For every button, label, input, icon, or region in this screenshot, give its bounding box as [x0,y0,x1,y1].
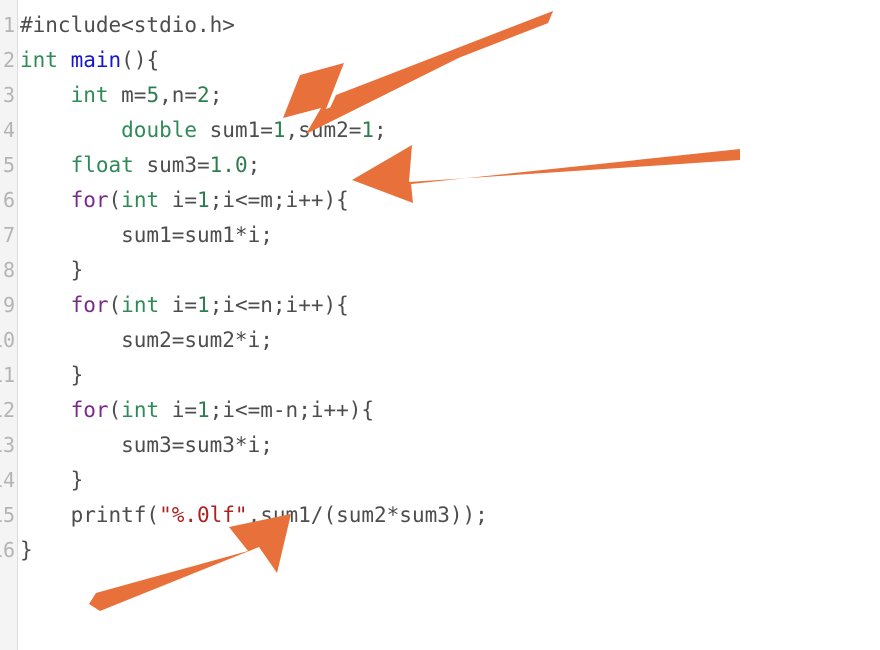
line-number: 13 [0,433,16,457]
code-line[interactable]: float sum3=1.0; [20,148,880,183]
code-line[interactable]: } [20,253,880,288]
code-line[interactable]: #include<stdio.h> [20,8,880,43]
code-token-plain: } [20,363,84,387]
code-token-kw: float [70,153,134,177]
code-token-plain: (){ [121,48,160,72]
code-token-plain: sum2=sum2*i; [20,328,273,352]
code-token-pre: #include<stdio.h> [20,13,235,37]
code-token-kw: int [121,293,160,317]
code-token-ctrl: for [70,188,109,212]
line-number: 12 [0,398,16,422]
line-number: 2 [2,48,15,72]
code-token-kw: double [121,118,198,142]
line-number: 4 [2,118,15,142]
code-token-num: 1 [197,398,210,422]
code-token-plain: sum3=sum3*i; [20,433,273,457]
code-token-plain: ;i<=n;i++){ [209,293,349,317]
code-token-num: 1 [197,293,210,317]
code-token-plain: sum1=sum1*i; [20,223,273,247]
code-line[interactable]: for(int i=1;i<=n;i++){ [20,288,880,323]
code-token-plain: ( [108,188,122,212]
code-token-plain: i= [159,398,198,422]
line-number-gutter: 12345678910111213141516 [0,0,18,650]
code-token-plain: } [20,468,84,492]
line-number-list: 12345678910111213141516 [0,8,18,568]
code-token-kw: int [20,48,58,72]
code-token-plain: i= [159,188,198,212]
code-token-plain: ; [247,153,261,177]
code-token-plain: m= [108,83,147,107]
code-token-plain: ;i<=m;i++){ [209,188,349,212]
code-token-kw: int [121,188,160,212]
code-token-plain: ( [108,293,122,317]
code-token-str: "%.0lf" [159,503,248,527]
code-token-plain: sum1= [197,118,273,142]
code-token-num: 1 [361,118,375,142]
line-number: 1 [2,13,15,37]
code-token-num: 5 [146,83,160,107]
code-editor: 12345678910111213141516 #include<stdio.h… [0,0,880,650]
code-token-kw: int [70,83,109,107]
code-token-plain: i= [159,293,198,317]
code-token-ctrl: for [70,398,109,422]
code-token-num: 1.0 [209,153,248,177]
code-token-num: 1 [197,188,210,212]
code-line[interactable]: printf("%.0lf",sum1/(sum2*sum3)); [20,498,880,533]
code-token-plain: ,n= [159,83,198,107]
line-number: 16 [0,538,16,562]
code-token-plain: ; [209,83,223,107]
code-token-plain: sum3= [133,153,210,177]
line-number: 7 [2,223,15,247]
line-number: 5 [2,153,15,177]
code-line[interactable]: int m=5,n=2; [20,78,880,113]
code-line[interactable]: sum2=sum2*i; [20,323,880,358]
code-token-num: 1 [272,118,286,142]
line-number: 3 [2,83,15,107]
code-line[interactable]: } [20,463,880,498]
code-token-num: 2 [197,83,210,107]
code-line[interactable]: sum3=sum3*i; [20,428,880,463]
code-token-plain: ; [374,118,387,142]
code-line[interactable]: for(int i=1;i<=m;i++){ [20,183,880,218]
code-line[interactable]: double sum1=1,sum2=1; [20,113,880,148]
code-token-kw: int [121,398,160,422]
code-content-area[interactable]: #include<stdio.h> int main(){ int m=5,n=2… [20,8,880,568]
line-number: 15 [0,503,16,527]
line-number: 9 [2,293,15,317]
code-token-ctrl: for [70,293,109,317]
code-token-plain: ,sum1/(sum2*sum3)); [247,503,488,527]
line-number: 10 [0,328,16,352]
code-token-plain: ;i<=m-n;i++){ [209,398,375,422]
line-number: 14 [0,468,16,492]
code-token-plain: ( [108,398,122,422]
code-token-plain: } [20,258,84,282]
code-token-plain: ,sum2= [285,118,362,142]
code-line[interactable]: for(int i=1;i<=m-n;i++){ [20,393,880,428]
line-number: 11 [0,363,16,387]
code-token-plain: } [20,538,33,562]
code-token-plain: printf( [20,503,160,527]
code-token-fn: main [70,48,122,72]
line-number: 8 [2,258,15,282]
line-number: 6 [2,188,15,212]
code-line[interactable]: sum1=sum1*i; [20,218,880,253]
code-line[interactable]: int main(){ [20,43,880,78]
code-line[interactable]: } [20,533,880,568]
code-line[interactable]: } [20,358,880,393]
